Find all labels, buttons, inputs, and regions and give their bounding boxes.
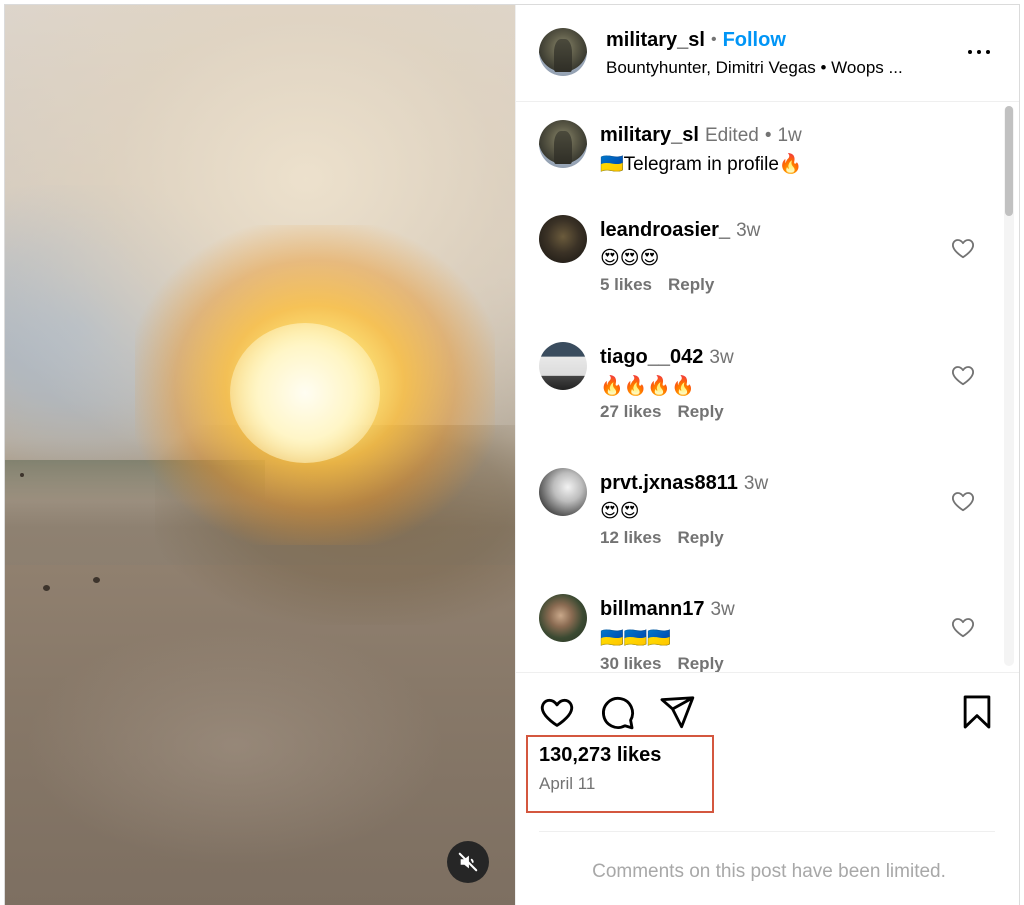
heart-icon[interactable] bbox=[950, 614, 976, 640]
scroll-thumb[interactable] bbox=[1005, 106, 1013, 216]
post-caption: military_sl Edited • 1w 🇺🇦Telegram in pr… bbox=[516, 102, 996, 202]
mute-button[interactable] bbox=[447, 841, 489, 883]
edited-label: Edited bbox=[704, 125, 759, 146]
heart-icon[interactable] bbox=[950, 235, 976, 261]
avatar[interactable] bbox=[539, 120, 587, 168]
post-side-panel: military_sl • Follow Bountyhunter, Dimit… bbox=[515, 5, 1019, 905]
post-video[interactable] bbox=[5, 5, 515, 905]
comment-time[interactable]: 3w bbox=[709, 347, 733, 369]
comment-text: 😍😍 bbox=[600, 501, 640, 522]
follow-button[interactable]: Follow bbox=[723, 29, 786, 52]
comment-username[interactable]: prvt.jxnas8811 bbox=[600, 472, 738, 495]
caption-text: 🇺🇦Telegram in profile🔥 bbox=[600, 154, 803, 175]
comment-username[interactable]: leandroasier_ bbox=[600, 219, 730, 242]
avatar[interactable] bbox=[539, 215, 587, 263]
comment-item: prvt.jxnas8811 3w 😍😍 12 likes Reply bbox=[516, 450, 996, 570]
audio-link[interactable]: Bountyhunter, Dimitri Vegas • Woops ... bbox=[606, 58, 956, 78]
reply-button[interactable]: Reply bbox=[668, 275, 714, 294]
divider bbox=[539, 831, 995, 832]
separator-dot: • bbox=[710, 31, 717, 48]
comment-text: 🔥🔥🔥🔥 bbox=[600, 376, 695, 397]
comment-likes[interactable]: 12 likes bbox=[600, 528, 661, 547]
avatar[interactable] bbox=[539, 594, 587, 642]
reply-button[interactable]: Reply bbox=[677, 402, 723, 421]
avatar[interactable] bbox=[539, 468, 587, 516]
heart-icon[interactable] bbox=[538, 693, 576, 731]
comments-scrollbar[interactable] bbox=[1004, 106, 1014, 666]
comment-likes[interactable]: 27 likes bbox=[600, 402, 661, 421]
avatar[interactable] bbox=[539, 342, 587, 390]
comment-username[interactable]: tiago__042 bbox=[600, 346, 703, 369]
comment-username[interactable]: billmann17 bbox=[600, 598, 704, 621]
author-username[interactable]: military_sl bbox=[606, 29, 705, 52]
separator-dot: • bbox=[764, 125, 772, 146]
comment-icon[interactable] bbox=[598, 693, 636, 731]
reply-button[interactable]: Reply bbox=[677, 528, 723, 547]
comment-text: 😍😍😍 bbox=[600, 248, 660, 269]
comments-limited-notice: Comments on this post have been limited. bbox=[592, 861, 946, 882]
likes-count[interactable]: 130,273 likes bbox=[539, 744, 661, 767]
comment-time[interactable]: 3w bbox=[744, 473, 768, 495]
post-dialog: military_sl • Follow Bountyhunter, Dimit… bbox=[4, 4, 1020, 905]
avatar[interactable] bbox=[539, 28, 587, 76]
comment-text: 🇺🇦🇺🇦🇺🇦 bbox=[600, 628, 671, 649]
post-date[interactable]: April 11 bbox=[539, 774, 595, 794]
more-horizontal-icon bbox=[968, 50, 972, 54]
heart-icon[interactable] bbox=[950, 362, 976, 388]
comment-likes[interactable]: 5 likes bbox=[600, 275, 652, 294]
post-footer: 130,273 likes April 11 Comments on this … bbox=[516, 672, 1019, 905]
heart-icon[interactable] bbox=[950, 488, 976, 514]
comment-item: billmann17 3w 🇺🇦🇺🇦🇺🇦 30 likes Reply bbox=[516, 576, 996, 672]
bookmark-icon[interactable] bbox=[958, 693, 996, 731]
comment-item: leandroasier_ 3w 😍😍😍 5 likes Reply bbox=[516, 197, 996, 317]
comment-time[interactable]: 3w bbox=[736, 220, 760, 242]
share-icon[interactable] bbox=[658, 693, 696, 731]
reply-button[interactable]: Reply bbox=[677, 654, 723, 672]
caption-username[interactable]: military_sl bbox=[600, 124, 699, 147]
speaker-muted-icon bbox=[458, 852, 478, 872]
more-options-button[interactable] bbox=[964, 39, 994, 65]
post-header: military_sl • Follow Bountyhunter, Dimit… bbox=[516, 5, 1019, 102]
comment-time[interactable]: 3w bbox=[710, 599, 734, 621]
comment-item: tiago__042 3w 🔥🔥🔥🔥 27 likes Reply bbox=[516, 324, 996, 444]
comments-list[interactable]: military_sl Edited • 1w 🇺🇦Telegram in pr… bbox=[516, 102, 1019, 672]
caption-time[interactable]: 1w bbox=[777, 125, 801, 147]
comment-likes[interactable]: 30 likes bbox=[600, 654, 661, 672]
